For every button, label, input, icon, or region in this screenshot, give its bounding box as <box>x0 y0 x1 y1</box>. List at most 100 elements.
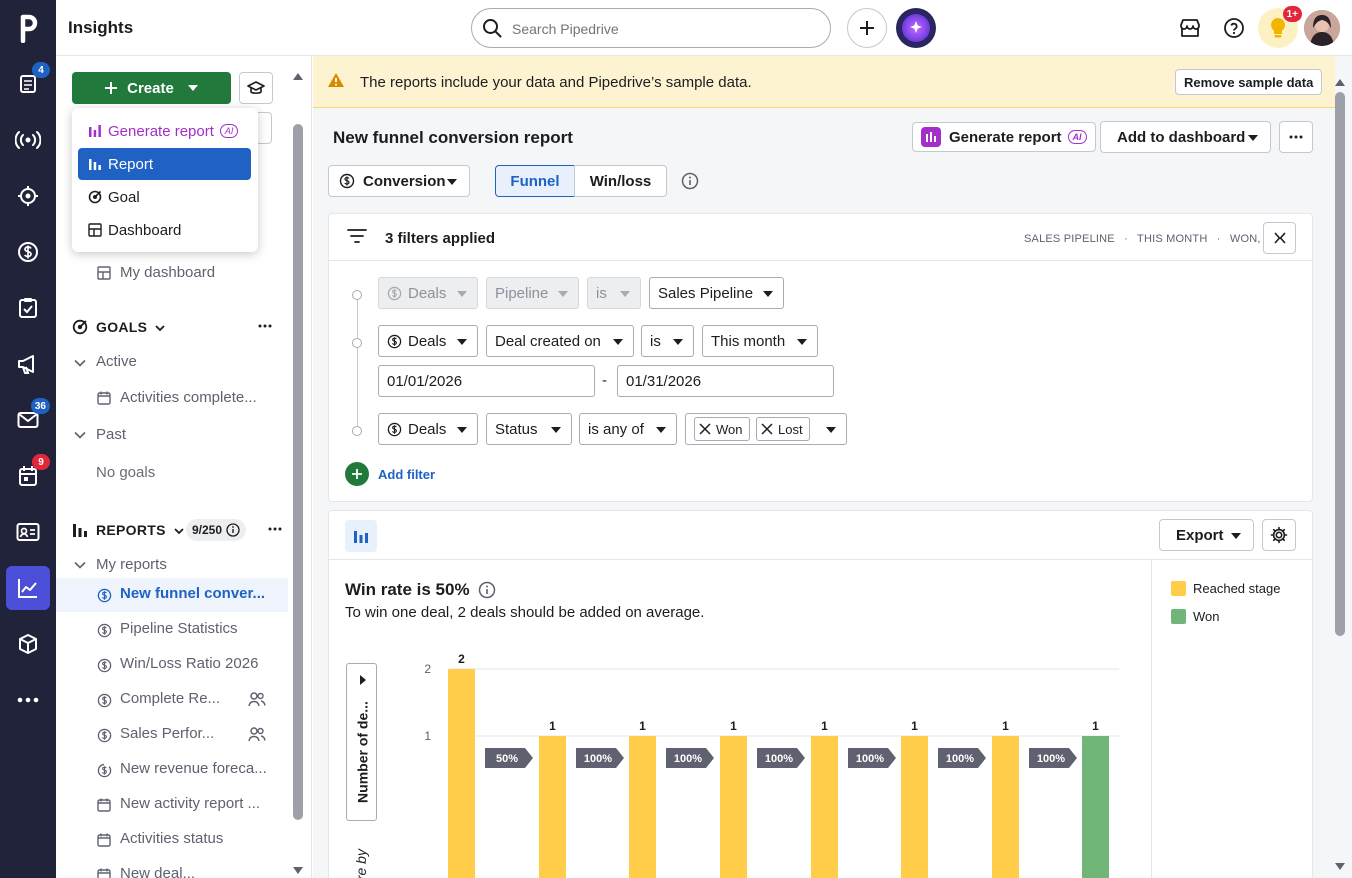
report-more-button[interactable] <box>1279 121 1313 153</box>
report-list-item[interactable]: Pipeline Statistics <box>56 613 288 647</box>
tips-button[interactable]: 1+ <box>1258 6 1302 48</box>
filter-entity-select[interactable]: Deals <box>378 325 478 357</box>
generate-report-button[interactable]: Generate report AI <box>912 122 1096 152</box>
menu-item-dashboard[interactable]: Dashboard <box>78 214 251 246</box>
report-main: The reports include your data and Pipedr… <box>313 56 1352 878</box>
report-title[interactable]: New funnel conversion report <box>333 128 573 148</box>
date-to-input[interactable]: 01/31/2026 <box>617 365 834 397</box>
chevron-down-icon[interactable] <box>72 355 88 371</box>
marketplace-button[interactable] <box>1170 8 1210 48</box>
sidebar-item-my-dashboard[interactable]: My dashboard <box>120 264 215 281</box>
conversion-label: 100% <box>856 753 884 765</box>
filter-value-select[interactable]: Sales Pipeline <box>649 277 784 309</box>
search-input[interactable] <box>512 19 812 39</box>
reports-heading[interactable]: REPORTS <box>96 522 184 538</box>
report-list-item[interactable]: New deal... <box>56 858 288 878</box>
target-nav-icon[interactable] <box>6 174 50 218</box>
filter-field-select[interactable]: Deal created on <box>486 325 634 357</box>
calendar-nav-icon[interactable]: 9 <box>6 454 50 498</box>
legend-item-reached[interactable]: Reached stage <box>1171 581 1280 596</box>
legend-item-won[interactable]: Won <box>1171 609 1220 624</box>
chevron-down-icon[interactable] <box>72 427 88 443</box>
shared-users-icon <box>248 691 266 707</box>
collapse-filters-button[interactable] <box>1263 222 1296 254</box>
goals-more-button[interactable] <box>258 318 272 337</box>
goals-active-label[interactable]: Active <box>96 353 137 370</box>
goals-heading-label: GOALS <box>96 319 148 335</box>
tab-win-loss[interactable]: Win/loss <box>574 165 667 197</box>
avatar[interactable] <box>1304 10 1340 46</box>
sidebar-scrollbar[interactable] <box>292 70 304 878</box>
status-multiselect[interactable]: Won Lost <box>685 413 847 445</box>
measure-selector[interactable]: Number of de... <box>346 663 377 821</box>
deal-icon <box>387 422 402 436</box>
report-list-item[interactable]: Complete Re... <box>56 683 288 717</box>
menu-item-generate-report[interactable]: Generate report AI <box>78 115 251 147</box>
more-nav-icon[interactable] <box>6 678 50 722</box>
leads-nav-icon[interactable] <box>6 118 50 162</box>
filters-header[interactable]: 3 filters applied SALES PIPELINE · THIS … <box>329 214 1312 261</box>
goal-item[interactable]: Activities complete... <box>120 389 257 406</box>
activities-nav-icon[interactable]: 4 <box>6 62 50 106</box>
filter-entity-select: Deals <box>378 277 478 309</box>
goals-heading[interactable]: GOALS <box>96 319 166 335</box>
chart-type-button[interactable] <box>345 520 377 552</box>
quick-add-button[interactable] <box>847 8 887 48</box>
chart-settings-button[interactable] <box>1262 519 1296 551</box>
info-icon[interactable] <box>681 172 699 193</box>
reports-more-button[interactable] <box>268 521 282 540</box>
legend-swatch <box>1171 609 1186 624</box>
date-from-input[interactable]: 01/01/2026 <box>378 365 595 397</box>
add-to-dashboard-button[interactable]: Add to dashboard <box>1100 121 1271 153</box>
remove-sample-data-button[interactable]: Remove sample data <box>1175 69 1323 95</box>
deal-icon <box>96 622 112 638</box>
search-box[interactable] <box>471 8 831 48</box>
ai-assistant-button[interactable] <box>896 8 936 48</box>
main-scrollbar[interactable] <box>1334 76 1346 878</box>
filter-value-label: Sales Pipeline <box>658 284 754 302</box>
status-tag-won[interactable]: Won <box>694 417 750 441</box>
pipedrive-logo[interactable] <box>6 6 50 50</box>
contacts-nav-icon[interactable] <box>6 510 50 554</box>
report-list-item[interactable]: Sales Perfor... <box>56 718 288 752</box>
bar-value-label: 1 <box>549 719 556 733</box>
add-filter-button[interactable]: Add filter <box>345 462 435 486</box>
report-list-label: Pipeline Statistics <box>120 620 238 637</box>
create-button[interactable]: Create <box>72 72 231 104</box>
filter-value-label: This month <box>711 332 786 350</box>
filter-operator-select[interactable]: is any of <box>579 413 677 445</box>
academy-button[interactable] <box>239 72 273 104</box>
report-list-item[interactable]: Activities status <box>56 823 288 857</box>
filter-operator-select[interactable]: is <box>641 325 694 357</box>
report-list-label: New funnel conver... <box>120 585 266 602</box>
chevron-down-icon[interactable] <box>72 557 88 573</box>
filter-entity-select[interactable]: Deals <box>378 413 478 445</box>
filter-entity-label: Deals <box>408 420 447 438</box>
my-reports-label[interactable]: My reports <box>96 556 167 573</box>
deals-nav-icon[interactable] <box>6 230 50 274</box>
measure-selector-label: Number of de... <box>354 701 371 803</box>
menu-item-goal[interactable]: Goal <box>78 181 251 213</box>
filter-field-select[interactable]: Status <box>486 413 572 445</box>
deal-icon <box>96 692 112 708</box>
report-type-select[interactable]: Conversion <box>328 165 470 197</box>
tab-funnel[interactable]: Funnel <box>495 165 575 197</box>
status-tag-lost[interactable]: Lost <box>756 417 810 441</box>
help-button[interactable] <box>1214 8 1254 48</box>
goals-past-label[interactable]: Past <box>96 426 126 443</box>
chart-bar <box>720 736 747 878</box>
filter-value-select[interactable]: This month <box>702 325 818 357</box>
report-list-item[interactable]: New revenue foreca... <box>56 753 288 787</box>
tasks-nav-icon[interactable] <box>6 286 50 330</box>
menu-item-label: Report <box>108 155 154 173</box>
campaigns-nav-icon[interactable] <box>6 342 50 386</box>
report-list-item[interactable]: New activity report ... <box>56 788 288 822</box>
report-list-item[interactable]: New funnel conver... <box>56 578 288 612</box>
products-nav-icon[interactable] <box>6 622 50 666</box>
report-list-item[interactable]: Win/Loss Ratio 2026 <box>56 648 288 682</box>
menu-item-report[interactable]: Report <box>78 148 251 180</box>
export-button[interactable]: Export <box>1159 519 1254 551</box>
insights-nav-icon[interactable] <box>6 566 50 610</box>
filters-card: 3 filters applied SALES PIPELINE · THIS … <box>328 213 1313 502</box>
mail-nav-icon[interactable]: 36 <box>6 398 50 442</box>
